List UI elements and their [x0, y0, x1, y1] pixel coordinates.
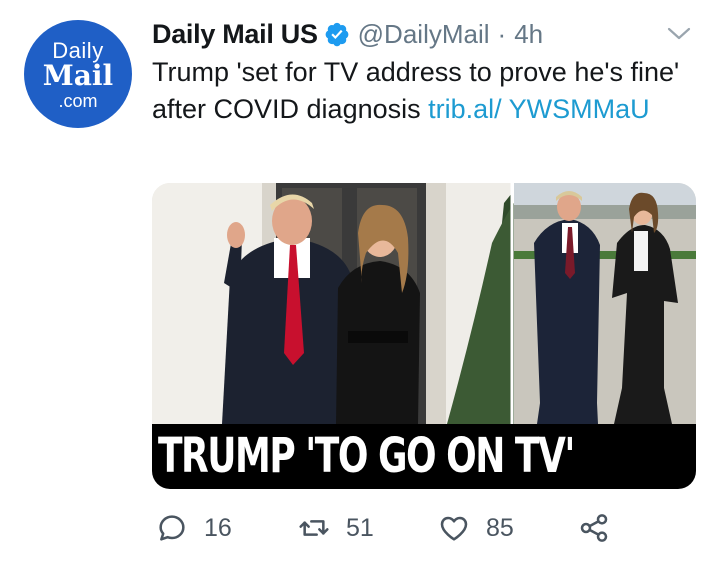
chevron-down-icon[interactable]: [666, 24, 692, 44]
tweet-media[interactable]: TRUMP 'TO GO ON TV': [152, 183, 696, 489]
like-button[interactable]: 85: [438, 510, 514, 546]
media-headline: TRUMP 'TO GO ON TV': [152, 424, 696, 489]
share-icon: [580, 514, 608, 542]
like-count: 85: [486, 513, 514, 542]
retweet-button[interactable]: 51: [298, 510, 374, 546]
reply-button[interactable]: 16: [156, 510, 232, 546]
handle[interactable]: @DailyMail: [358, 19, 490, 50]
verified-badge-icon: [325, 22, 349, 47]
media-headline-text: TRUMP 'TO GO ON TV': [158, 428, 575, 484]
display-name[interactable]: Daily Mail US: [152, 19, 318, 50]
like-icon: [440, 516, 468, 541]
tweet-link[interactable]: trib.al/ YWSMMaU: [428, 94, 650, 124]
avatar-logo-line3: .com: [58, 91, 98, 111]
tweet-text: Trump 'set for TV address to prove he's …: [152, 54, 697, 128]
separator-dot: ·: [497, 18, 507, 49]
timestamp[interactable]: 4h: [514, 19, 543, 50]
share-button[interactable]: [578, 510, 610, 546]
retweet-icon: [299, 520, 329, 536]
retweet-count: 51: [346, 513, 374, 542]
avatar-logo-line2: Mail: [42, 59, 114, 92]
tweet-header: Daily Mail US @DailyMail · 4h: [152, 18, 543, 50]
media-photo: [152, 183, 696, 424]
reply-count: 16: [204, 513, 232, 542]
tweet-actions: 16 51 85: [152, 510, 672, 546]
avatar[interactable]: Daily Mail .com: [24, 20, 132, 128]
reply-icon: [159, 515, 185, 541]
